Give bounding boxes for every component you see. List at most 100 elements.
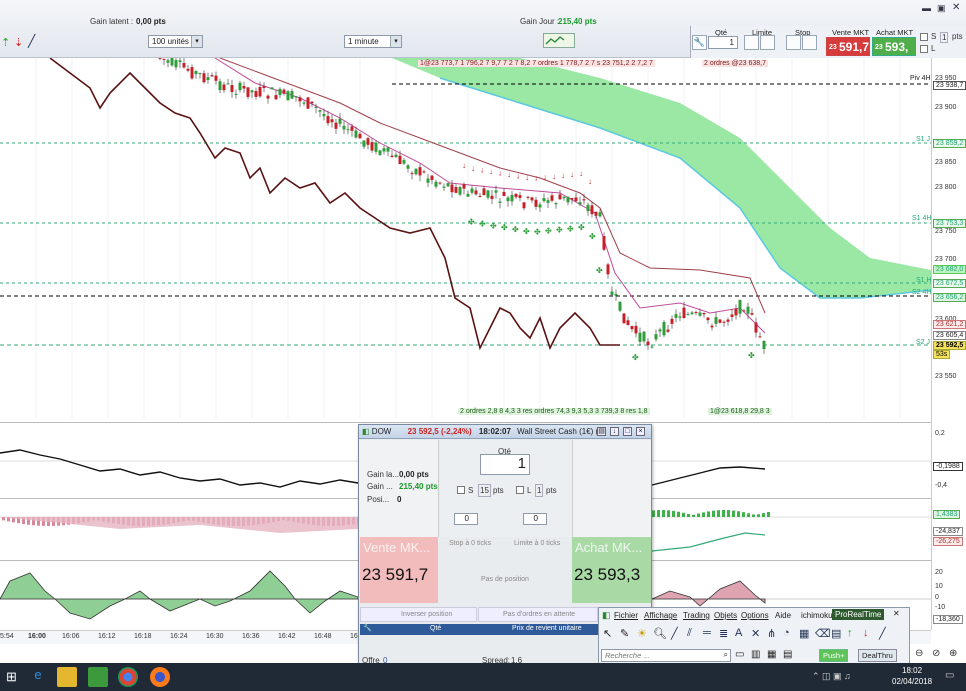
price-axis[interactable]: 23 950 23 900 23 850 23 800 23 750 23 70… — [931, 58, 966, 630]
workspace-icon[interactable]: ▥ — [751, 649, 760, 660]
chrome-icon[interactable] — [118, 667, 138, 687]
screen-icon[interactable]: ▭ — [735, 649, 744, 660]
candle-body — [694, 312, 698, 314]
close-icon[interactable]: ✕ — [952, 2, 960, 13]
menu-trading[interactable]: Trading — [683, 611, 710, 620]
oscillator-line-right — [651, 466, 766, 486]
windows-start-icon[interactable]: ⊞ — [6, 669, 17, 685]
draw-line-icon[interactable]: ╱ — [28, 34, 35, 48]
search-icon[interactable]: ⌕ — [724, 650, 728, 660]
close-icon[interactable]: ✕ — [893, 609, 900, 618]
trendline-icon[interactable]: ╱ — [671, 627, 678, 640]
dealthru-button[interactable]: DealThru — [858, 649, 897, 662]
arc-icon[interactable]: ◔ — [783, 627, 790, 639]
limit-checkbox[interactable] — [920, 45, 928, 53]
sun-icon[interactable]: ☀ — [637, 627, 647, 640]
zoom-out-icon[interactable]: ⊖ — [915, 648, 923, 659]
system-tray-icon[interactable]: ⌃ ◫ ▣ ♫ — [812, 671, 851, 682]
edge-icon[interactable]: e — [28, 667, 48, 687]
wrench-icon[interactable]: 🔧 — [363, 624, 372, 632]
menu-options[interactable]: Options — [741, 611, 769, 620]
s2-j-label: S2 J — [916, 339, 931, 346]
cursor-icon[interactable]: ↖ — [603, 627, 612, 640]
stop-ticks-spinner[interactable]: 0 — [454, 513, 478, 525]
histogram-bar — [752, 514, 755, 517]
delete-icon[interactable]: ⌫ — [815, 627, 831, 640]
zoom-reset-icon[interactable]: ⊘ — [932, 648, 940, 659]
maximize-icon[interactable]: □ — [623, 427, 632, 436]
file-explorer-icon[interactable] — [57, 667, 77, 687]
gain-latent-label: Gain la... — [367, 470, 400, 479]
menu-fichier[interactable]: Fichier — [614, 611, 638, 620]
prorealtime-taskbar-icon[interactable] — [88, 667, 108, 687]
stop-checkbox[interactable] — [920, 33, 928, 41]
fibonacci-icon[interactable]: ≣ — [719, 627, 728, 640]
order-window-titlebar[interactable]: ◧ DOW 23 592,5 (-2,24%) 18:02:07 Wall St… — [359, 425, 651, 439]
candle-body — [426, 178, 430, 183]
pending-orders-tab[interactable]: Pas d'ordres en attente — [478, 607, 598, 622]
histogram-bar — [762, 513, 765, 517]
firefox-icon[interactable] — [150, 667, 170, 687]
maximize-icon[interactable]: ▣ — [937, 3, 946, 14]
menu-ichimoku[interactable]: ichimoku — [801, 611, 833, 620]
alert-icon[interactable]: ▦ — [767, 649, 776, 660]
sell-market-big-button[interactable]: Vente MK... 23 591,7 — [360, 537, 438, 603]
candle-body — [718, 319, 722, 323]
qty-input[interactable]: 1 — [480, 454, 530, 475]
limit-ticks-button[interactable]: Limite à 0 ticks — [514, 540, 560, 547]
close-icon[interactable]: × — [636, 427, 645, 436]
limit-up-button[interactable] — [744, 35, 759, 50]
push-plus-button[interactable]: Push+ — [819, 649, 849, 662]
cross-icon[interactable]: ✕ — [751, 627, 760, 640]
pivot-4h-label: Piv 4H — [910, 75, 931, 82]
limit-checkbox[interactable] — [516, 486, 524, 494]
instrument-name: DOW — [371, 427, 392, 436]
candle-body — [190, 67, 194, 79]
hline-icon[interactable]: ═ — [703, 627, 711, 639]
pitchfork-icon[interactable]: ⋔ — [767, 627, 776, 640]
layers-icon[interactable]: ▤ — [831, 627, 841, 640]
invert-position-button[interactable]: Inverser position — [360, 607, 477, 622]
buy-clover-marker: ✤ — [545, 227, 552, 236]
buy-arrow-icon[interactable]: ↑ — [847, 627, 853, 639]
zoom-in-icon[interactable]: ⊕ — [949, 648, 957, 659]
buy-market-big-button[interactable]: Achat MK... 23 593,3 — [572, 537, 651, 603]
pts-value[interactable]: 1 — [940, 32, 949, 43]
interval-select[interactable]: 1 minute ▾ — [344, 35, 402, 48]
channel-icon[interactable]: ⫽ — [687, 627, 692, 640]
sell-arrow-icon[interactable]: ↓ — [863, 627, 869, 639]
candle-body — [518, 195, 522, 198]
window-menu-icon[interactable]: ▤ — [597, 427, 606, 436]
draw-line-icon[interactable]: ╱ — [879, 627, 886, 640]
search-box[interactable]: ⌕ — [601, 649, 731, 662]
stop-pts-input[interactable]: 15 — [478, 484, 491, 497]
calendar-icon[interactable]: ▤ — [783, 649, 792, 660]
pencil-icon[interactable]: ✎ — [620, 627, 629, 640]
units-select[interactable]: 100 unités ▾ — [148, 35, 203, 48]
stop-up-button[interactable] — [786, 35, 801, 50]
price-chart[interactable]: ↓ ↓ ↓ ↓ ↓ ↓ ↓ ↓ ↓ ↓ ↓ ↓ ↓ ↓ ↓ ✤ ✤ ✤ ✤ ✤ ✤ ✤ ✤ ✤ ✤ ✤ ✤ ✤ ✤ ✤ 1@23 773,… — [0, 54, 966, 418]
limit-ticks-spinner[interactable]: 0 — [523, 513, 547, 525]
stop-checkbox[interactable] — [457, 486, 465, 494]
arrow-down-icon[interactable]: ⇣ — [14, 36, 23, 49]
menu-aide[interactable]: Aide — [775, 611, 791, 620]
menu-affichage[interactable]: Affichage — [644, 611, 677, 620]
chart-type-button[interactable] — [543, 33, 575, 48]
menu-objets[interactable]: Objets — [714, 611, 737, 620]
text-icon[interactable]: A — [735, 627, 742, 639]
top-qty-input[interactable]: 1 — [708, 36, 738, 49]
stop-down-button[interactable] — [802, 35, 817, 50]
arrow-up-icon[interactable]: ⇡ — [1, 36, 10, 49]
stop-ticks-button[interactable]: Stop à 0 ticks — [449, 540, 491, 547]
sell-market-button[interactable]: 23 591,7 — [826, 37, 870, 56]
notifications-icon[interactable]: ▭ — [945, 670, 954, 681]
limit-pts-input[interactable]: 1 — [535, 484, 544, 497]
pin-icon[interactable]: ↓ — [610, 427, 619, 436]
grid-icon[interactable]: ▦ — [799, 627, 809, 640]
wrench-icon[interactable]: 🔧 — [692, 35, 707, 50]
zoom-icon[interactable]: 🔍︎ — [653, 627, 667, 640]
buy-market-button[interactable]: 23 593, — [872, 37, 916, 56]
limit-down-button[interactable] — [760, 35, 775, 50]
minimize-icon[interactable]: ▬ — [922, 3, 931, 13]
search-input[interactable] — [602, 650, 714, 661]
